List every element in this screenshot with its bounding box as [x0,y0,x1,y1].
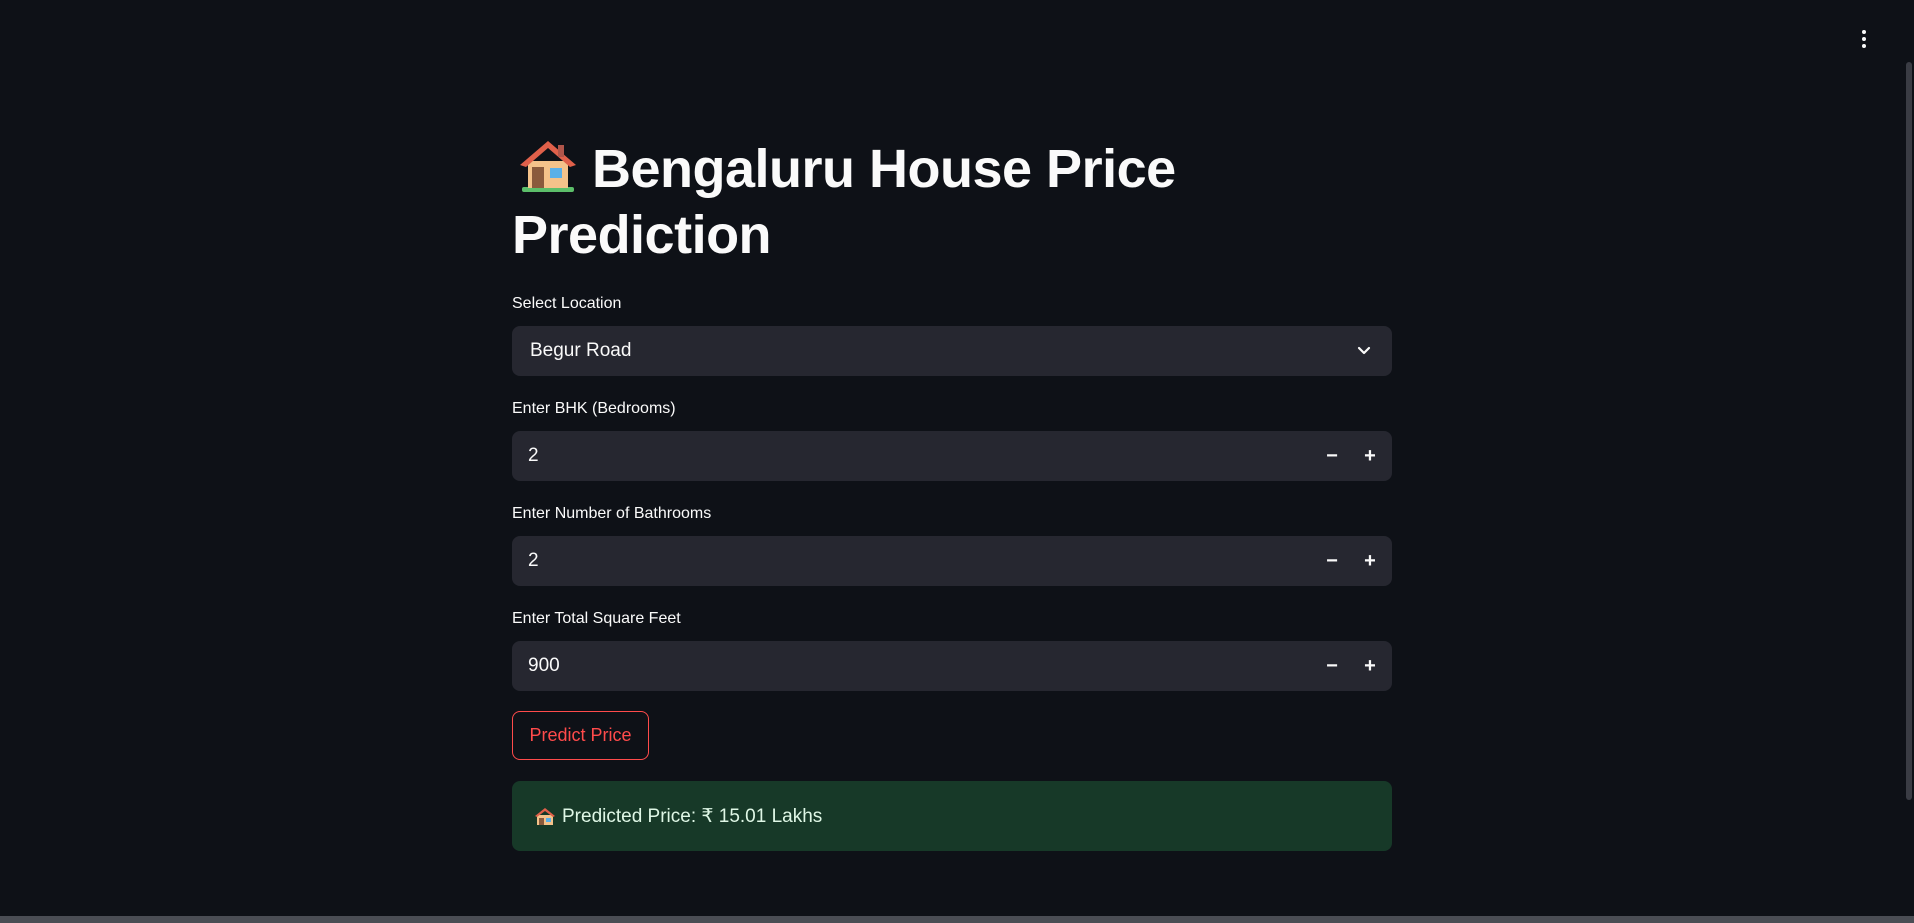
house-icon [520,141,576,192]
sqft-label: Enter Total Square Feet [512,610,681,627]
bath-input[interactable]: 2 [528,536,1308,586]
sqft-number-input: 900 − + [512,641,1392,691]
sqft-input[interactable]: 900 [528,641,1308,691]
bath-decrement-button[interactable]: − [1312,536,1352,586]
sqft-increment-button[interactable]: + [1350,641,1390,691]
bhk-decrement-button[interactable]: − [1312,431,1352,481]
app-root: Bengaluru House Price Prediction Select … [0,0,1914,923]
kebab-menu-icon[interactable] [1851,26,1877,52]
bath-number-input: 2 − + [512,536,1392,586]
bhk-label: Enter BHK (Bedrooms) [512,400,676,417]
horizontal-scrollbar[interactable] [0,916,1914,923]
location-selected-value: Begur Road [530,340,632,361]
chevron-down-icon [1357,346,1371,355]
scrollbar-thumb[interactable] [1906,62,1912,800]
bhk-number-input: 2 − + [512,431,1392,481]
sqft-decrement-button[interactable]: − [1312,641,1352,691]
bhk-increment-button[interactable]: + [1350,431,1390,481]
location-select[interactable]: Begur Road [512,326,1392,376]
bath-label: Enter Number of Bathrooms [512,505,712,522]
prediction-result-text: Predicted Price: ₹ 15.01 Lakhs [562,805,823,827]
page-title: Bengaluru House Price Prediction [512,136,1232,268]
bath-increment-button[interactable]: + [1350,536,1390,586]
house-icon [535,808,555,825]
scrollbar[interactable] [1904,0,1914,916]
bhk-input[interactable]: 2 [528,431,1308,481]
page-title-text: Bengaluru House Price Prediction [512,139,1176,265]
predict-price-button[interactable]: Predict Price [512,711,649,760]
location-label: Select Location [512,295,622,312]
prediction-result-alert: Predicted Price: ₹ 15.01 Lakhs [512,781,1392,851]
